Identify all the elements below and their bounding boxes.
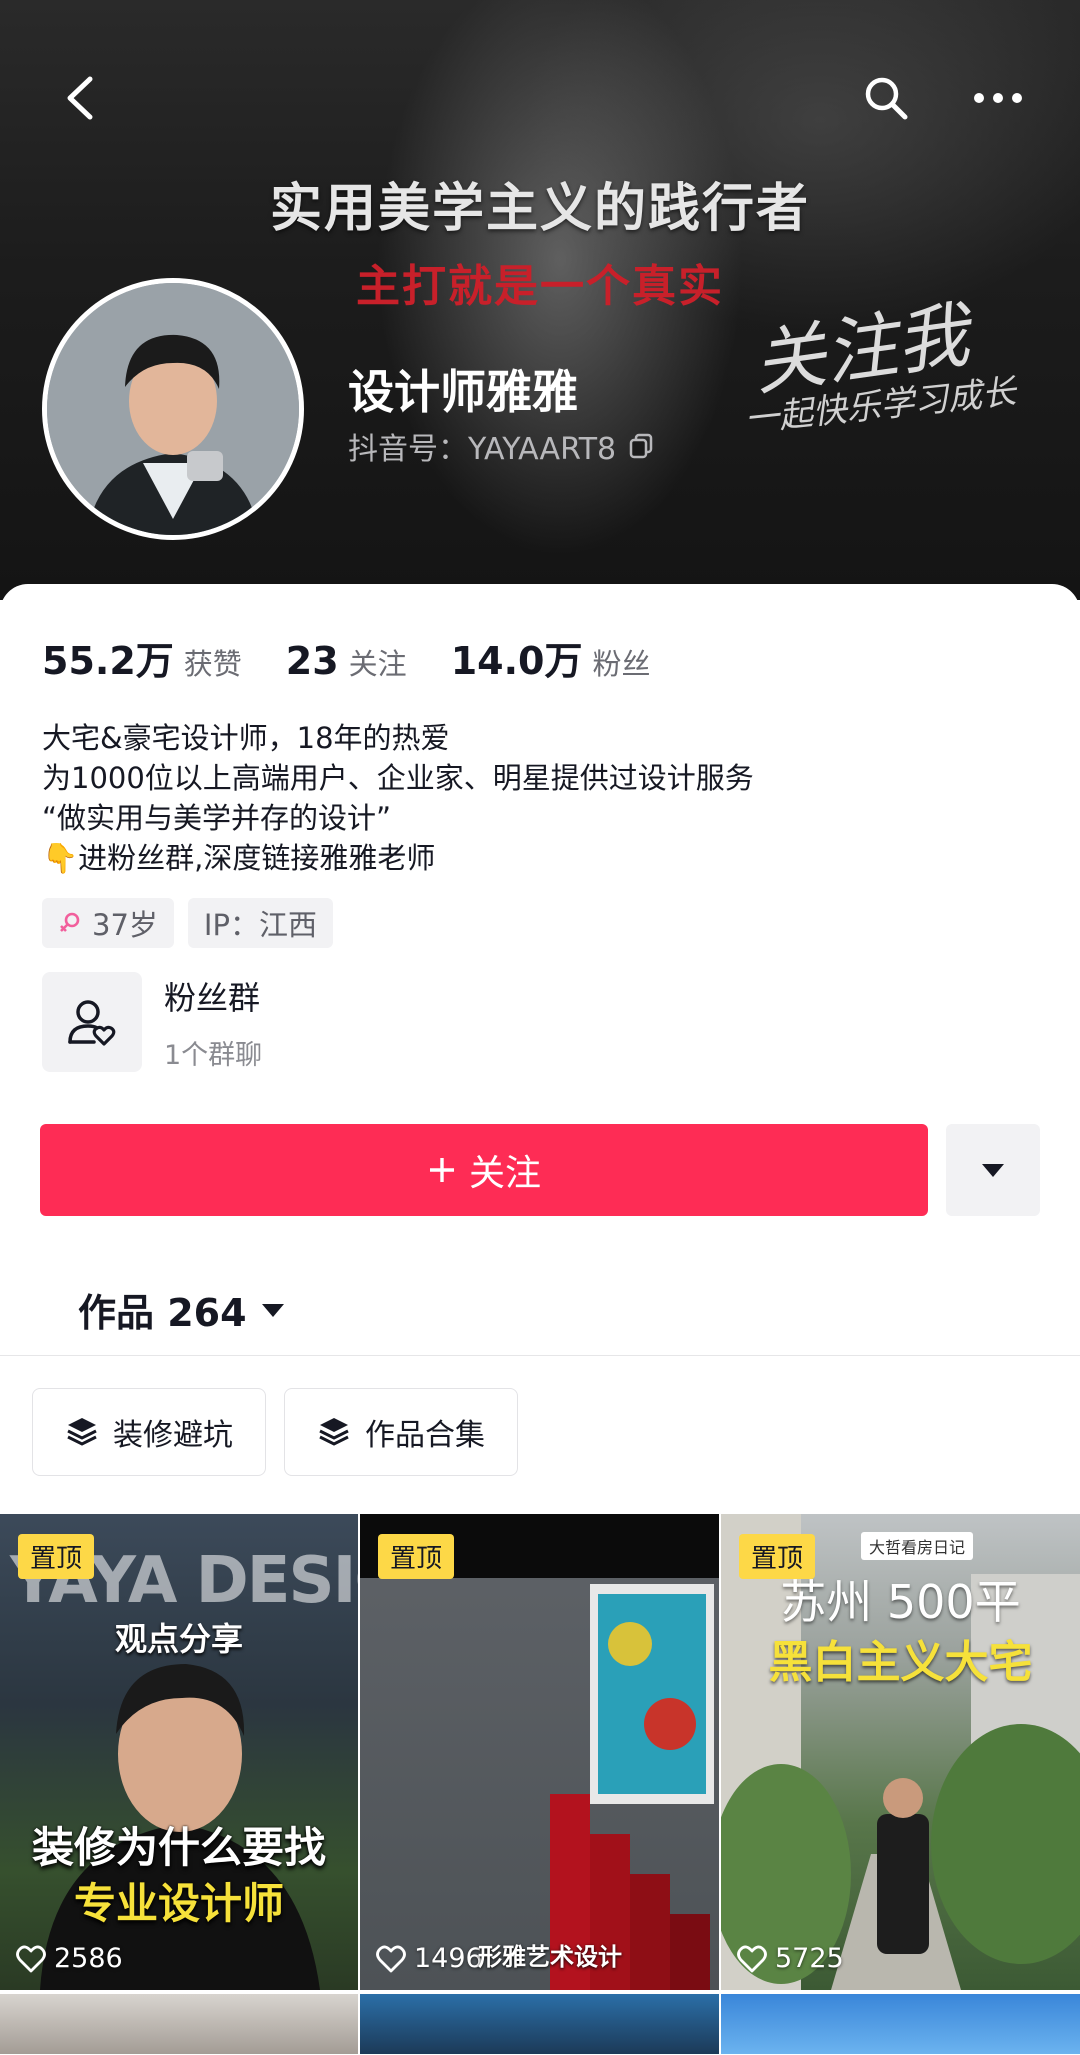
fan-group-title: 粉丝群 bbox=[164, 978, 261, 1017]
profile-name: 设计师雅雅 bbox=[348, 365, 578, 419]
video-overlay-caption: 大哲看房日记 bbox=[861, 1532, 974, 1560]
video-likes: 1496 bbox=[376, 1943, 483, 1974]
video-tile[interactable]: 置顶 1496 形雅艺术设计 bbox=[360, 1514, 719, 1990]
likes-count: 2586 bbox=[54, 1943, 123, 1974]
back-button[interactable] bbox=[40, 58, 120, 138]
ip-location-text: IP：江西 bbox=[203, 908, 317, 942]
stat-likes[interactable]: 55.2万 获赞 bbox=[42, 630, 242, 685]
douyin-id: 抖音号：YAYAART8 bbox=[348, 424, 654, 468]
video-brand-tag: 形雅艺术设计 bbox=[478, 1943, 622, 1971]
stat-followers[interactable]: 14.0万 粉丝 bbox=[451, 630, 651, 685]
video-tile[interactable] bbox=[0, 1994, 358, 2054]
female-gender-icon bbox=[60, 912, 80, 932]
chip-label: 作品合集 bbox=[365, 1418, 485, 1453]
pinned-badge: 置顶 bbox=[739, 1534, 816, 1579]
fan-group-subtitle: 1个群聊 bbox=[164, 1039, 263, 1071]
bio-line: 👇进粉丝群,深度链接雅雅老师 bbox=[42, 841, 436, 875]
caret-down-icon bbox=[982, 1164, 1004, 1177]
avatar[interactable] bbox=[42, 278, 304, 540]
video-overlay-subtitle: 观点分享 bbox=[114, 1620, 243, 1658]
caret-down-icon bbox=[261, 1303, 284, 1317]
video-overlay-title: 装修为什么要找 bbox=[31, 1823, 326, 1872]
likes-count: 5725 bbox=[775, 1943, 844, 1974]
avatar-portrait-image bbox=[47, 283, 299, 535]
chevron-left-icon bbox=[67, 76, 93, 120]
fan-group-text: 粉丝群 1个群聊 bbox=[164, 973, 262, 1072]
layers-icon bbox=[67, 1418, 97, 1446]
douyin-id-text: 抖音号：YAYAART8 bbox=[348, 432, 617, 467]
bio-line: 大宅&豪宅设计师，18年的热爱 bbox=[42, 721, 450, 755]
stat-value: 23 bbox=[285, 639, 339, 683]
bio-line: “做实用与美学并存的设计” bbox=[42, 801, 392, 835]
bio-line: 为1000位以上高端用户、企业家、明星提供过设计服务 bbox=[42, 761, 754, 795]
tab-divider bbox=[0, 1355, 1080, 1356]
pinned-badge: 置顶 bbox=[378, 1534, 455, 1579]
more-dots-icon bbox=[974, 93, 1022, 103]
fan-group-entry[interactable]: 粉丝群 1个群聊 bbox=[42, 972, 262, 1072]
banner-headline: 实用美学主义的践行者 bbox=[269, 179, 810, 239]
chip-label: 装修避坑 bbox=[113, 1418, 233, 1453]
stats-row: 55.2万 获赞 23 关注 14.0万 粉丝 bbox=[42, 630, 694, 685]
more-button[interactable] bbox=[958, 58, 1038, 138]
video-tile[interactable] bbox=[360, 1994, 719, 2054]
search-button[interactable] bbox=[846, 58, 926, 138]
heart-icon bbox=[16, 1945, 46, 1972]
video-likes: 5725 bbox=[737, 1943, 844, 1974]
video-tile[interactable] bbox=[721, 1994, 1080, 2054]
recommend-dropdown-button[interactable] bbox=[946, 1124, 1040, 1216]
layers-icon bbox=[319, 1418, 349, 1446]
video-tile[interactable]: 大哲看房日记 苏州 500平 黑白主义大宅 置顶 5725 bbox=[721, 1514, 1080, 1990]
chip-works-collection[interactable]: 作品合集 bbox=[284, 1388, 518, 1476]
fan-group-icon-box bbox=[42, 972, 142, 1072]
heart-icon bbox=[376, 1945, 406, 1972]
profile-bio: 大宅&豪宅设计师，18年的热爱 为1000位以上高端用户、企业家、明星提供过设计… bbox=[42, 718, 754, 878]
tab-works[interactable]: 作品 264 bbox=[78, 1282, 285, 1337]
video-grid: YAYA DESIGN 观点分享 装修为什么要找 专业设计师 置顶 2586 置… bbox=[0, 1514, 1080, 2054]
video-overlay-title-2: 专业设计师 bbox=[73, 1879, 284, 1928]
age-text: 37岁 bbox=[92, 908, 158, 942]
video-overlay-title-2: 黑白主义大宅 bbox=[768, 1637, 1033, 1688]
video-thumbnail-stairs bbox=[360, 1514, 719, 1990]
age-tag: 37岁 bbox=[42, 898, 174, 948]
chip-renovation-pitfalls[interactable]: 装修避坑 bbox=[32, 1388, 266, 1476]
works-tab-label: 作品 264 bbox=[78, 1291, 247, 1335]
stat-label: 粉丝 bbox=[592, 647, 651, 681]
likes-count: 1496 bbox=[414, 1943, 483, 1974]
profile-tags: 37岁 IP：江西 bbox=[42, 898, 333, 948]
stat-label: 关注 bbox=[348, 647, 407, 681]
plus-icon bbox=[429, 1158, 454, 1182]
collection-chips: 装修避坑 作品合集 bbox=[32, 1388, 518, 1476]
user-heart-icon bbox=[68, 1000, 116, 1046]
pinned-badge: 置顶 bbox=[18, 1534, 95, 1579]
copy-icon[interactable] bbox=[628, 433, 654, 459]
stat-following[interactable]: 23 关注 bbox=[286, 639, 407, 683]
stat-value: 55.2万 bbox=[42, 639, 174, 683]
search-icon bbox=[865, 77, 908, 120]
follow-button[interactable]: 关注 bbox=[40, 1124, 928, 1216]
ip-location-tag: IP：江西 bbox=[187, 898, 333, 948]
stat-value: 14.0万 bbox=[450, 639, 583, 683]
video-likes: 2586 bbox=[16, 1943, 123, 1974]
stat-label: 获赞 bbox=[183, 647, 242, 681]
follow-button-label: 关注 bbox=[468, 1153, 541, 1194]
heart-icon bbox=[737, 1945, 767, 1972]
video-tile[interactable]: YAYA DESIGN 观点分享 装修为什么要找 专业设计师 置顶 2586 bbox=[0, 1514, 358, 1990]
